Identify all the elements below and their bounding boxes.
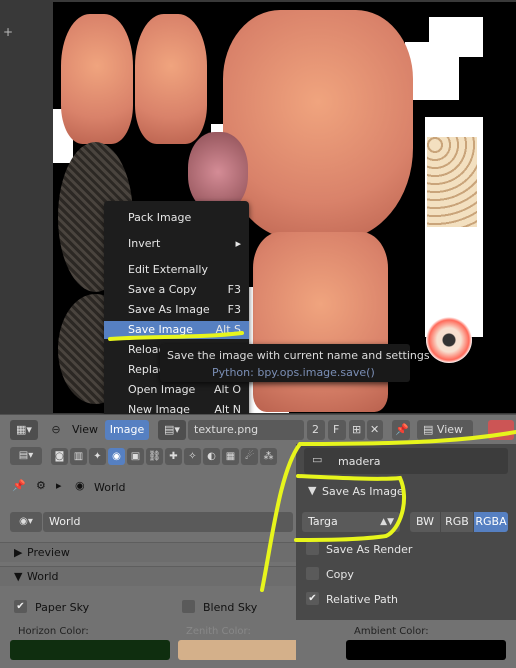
- annotation-stroke: [260, 430, 516, 592]
- annotation-box: [294, 474, 406, 542]
- annotation-overlay: [108, 331, 516, 592]
- annotation-underline: [108, 331, 244, 341]
